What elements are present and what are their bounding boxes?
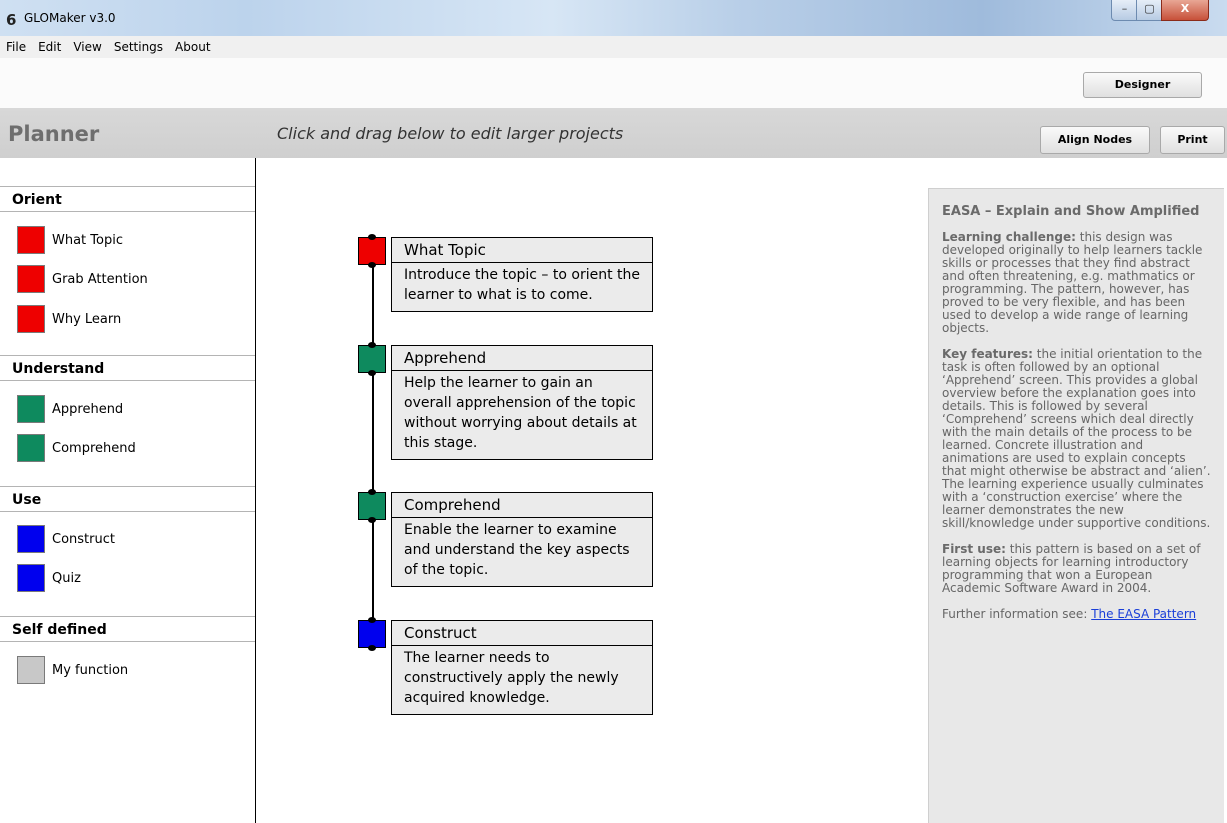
print-button[interactable]: Print (1160, 126, 1225, 154)
node-description[interactable]: Enable the learner to examine and unders… (391, 517, 653, 587)
palette-swatch (17, 434, 45, 462)
window-title: GLOMaker v3.0 (24, 11, 116, 25)
palette-item-label: My function (52, 663, 129, 678)
palette-item-label: Comprehend (52, 441, 136, 456)
palette-swatch (17, 656, 45, 684)
minimize-button[interactable]: – (1111, 0, 1138, 21)
node-connector (372, 519, 374, 619)
info-further: Further information see: The EASA Patter… (942, 608, 1212, 621)
palette-item-label: Quiz (52, 571, 81, 586)
info-challenge-text: this design was developed originally to … (942, 230, 1203, 335)
align-nodes-button[interactable]: Align Nodes (1040, 126, 1150, 154)
node-handle[interactable] (358, 234, 386, 268)
info-features-text: the initial orientation to the task is o… (942, 347, 1211, 530)
menu-settings[interactable]: Settings (108, 37, 169, 54)
menu-bar: File Edit View Settings About (0, 36, 1227, 59)
node-handle[interactable] (358, 342, 386, 376)
planner-header: Planner Click and drag below to edit lar… (0, 108, 1227, 158)
palette-item-label: Construct (52, 532, 115, 547)
node-title[interactable]: Construct (391, 620, 653, 646)
node-connector (372, 372, 374, 494)
menu-file[interactable]: File (0, 37, 32, 54)
menu-view[interactable]: View (67, 37, 107, 54)
node-title[interactable]: Comprehend (391, 492, 653, 518)
info-features: Key features: the initial orientation to… (942, 348, 1212, 530)
palette-sidebar: Orient What Topic Grab Attention Why Lea… (0, 158, 256, 823)
info-first-use: First use: this pattern is based on a se… (942, 543, 1212, 595)
palette-item-label: Grab Attention (52, 272, 148, 287)
palette-item-label: Why Learn (52, 312, 122, 327)
maximize-button[interactable]: ▢ (1136, 0, 1163, 21)
palette-item-label: Apprehend (52, 402, 124, 417)
info-first-use-label: First use: (942, 542, 1006, 556)
palette-swatch (17, 564, 45, 592)
close-button[interactable]: X (1161, 0, 1209, 21)
node-handle[interactable] (358, 617, 386, 651)
info-heading: EASA – Explain and Show Amplified (942, 204, 1200, 219)
info-further-text: Further information see: (942, 607, 1092, 621)
section-use: Use (0, 486, 255, 512)
menu-about[interactable]: About (169, 37, 216, 54)
palette-swatch (17, 395, 45, 423)
section-self-defined: Self defined (0, 616, 255, 642)
info-challenge: Learning challenge: this design was deve… (942, 231, 1212, 335)
palette-swatch (17, 226, 45, 254)
pattern-info-panel: EASA – Explain and Show Amplified Learni… (928, 188, 1224, 823)
info-features-label: Key features: (942, 347, 1033, 361)
top-toolbar: Designer (0, 58, 1227, 108)
info-challenge-label: Learning challenge: (942, 230, 1076, 244)
planner-hint: Click and drag below to edit larger proj… (277, 124, 624, 143)
section-understand: Understand (0, 355, 255, 381)
palette-item-label: What Topic (52, 233, 123, 248)
menu-edit[interactable]: Edit (32, 37, 67, 54)
node-title[interactable]: Apprehend (391, 345, 653, 371)
node-title[interactable]: What Topic (391, 237, 653, 263)
node-handle[interactable] (358, 489, 386, 523)
node-description[interactable]: The learner needs to constructively appl… (391, 645, 653, 715)
app-icon: 6 (6, 11, 17, 29)
palette-swatch (17, 265, 45, 293)
page-title: Planner (8, 122, 100, 146)
node-description[interactable]: Help the learner to gain an overall appr… (391, 370, 653, 460)
planner-canvas[interactable]: What Topic Introduce the topic – to orie… (256, 158, 928, 823)
palette-swatch (17, 305, 45, 333)
palette-swatch (17, 525, 45, 553)
node-description[interactable]: Introduce the topic – to orient the lear… (391, 262, 653, 312)
designer-button[interactable]: Designer (1083, 72, 1202, 98)
section-orient: Orient (0, 186, 255, 212)
title-bar: 6 GLOMaker v3.0 – ▢ X (0, 0, 1227, 36)
easa-pattern-link[interactable]: The EASA Pattern (1091, 607, 1196, 621)
